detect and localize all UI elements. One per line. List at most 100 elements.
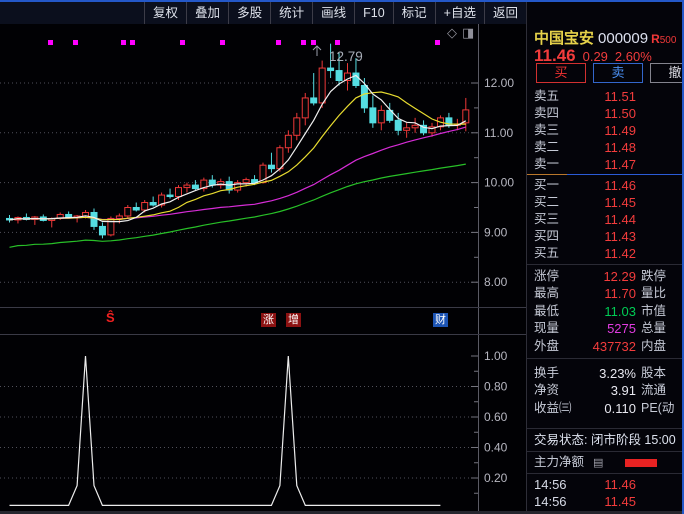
margin-tag-r: R — [651, 32, 660, 46]
info-label2: 股本 — [641, 366, 667, 380]
toolbar-button-2[interactable]: 多股 — [228, 2, 270, 24]
bid-label: 买二 — [534, 195, 560, 209]
stat-label2: 内盘 — [641, 338, 667, 353]
svg-text:12.79: 12.79 — [329, 49, 363, 64]
bid-row-2[interactable]: 买二 11.45 — [527, 194, 684, 211]
tick-price: 11.45 — [604, 493, 636, 509]
bid-row-3[interactable]: 买三 11.44 — [527, 211, 684, 228]
price-change: 0.29 — [582, 49, 608, 64]
stat-value: 11.70 — [604, 286, 636, 302]
tick-row-1: 14:56 11.45 — [527, 494, 684, 510]
chart-toolbar: 复权 叠加 多股 统计 画线 F10 标记 +自选 返回 — [0, 2, 526, 24]
stat-label2: 量比 — [641, 286, 667, 301]
stat-row-3: 现量 5275 总量 — [527, 320, 684, 337]
bid-label: 买四 — [534, 229, 560, 243]
info-value: 0.110 — [604, 400, 636, 416]
ask-row-5[interactable]: 卖五 11.51 — [527, 88, 684, 105]
svg-text:8.00: 8.00 — [484, 275, 508, 289]
price-change-pct: 2.60% — [614, 49, 652, 64]
ask-row-1[interactable]: 卖一 11.47 — [527, 156, 684, 173]
trade-status-row: 交易状态: 闭市阶段 15:00 — [527, 432, 684, 449]
toolbar-button-7[interactable]: +自选 — [434, 2, 484, 24]
bid-price: 11.42 — [604, 246, 636, 261]
main-force-label: 主力净额 — [534, 455, 585, 469]
toolbar-button-8[interactable]: 返回 — [483, 2, 526, 24]
ask-label: 卖一 — [534, 157, 560, 171]
stat-value: 11.03 — [604, 303, 636, 319]
bid-price: 11.45 — [604, 195, 636, 210]
svg-text:0.60: 0.60 — [484, 410, 508, 424]
bid-label: 买五 — [534, 246, 560, 260]
buy-button[interactable]: 买 — [536, 63, 586, 83]
event-badge-0[interactable]: Ŝ — [106, 311, 115, 325]
window-top-border — [0, 0, 684, 2]
list-icon[interactable]: ▤ — [593, 455, 603, 471]
info-label: 换手 — [534, 366, 560, 380]
stat-label: 最低 — [534, 303, 560, 318]
tick-row-0: 14:56 11.46 — [527, 477, 684, 493]
indicator-chart[interactable]: 1.00 0.80 0.60 0.40 0.20 — [0, 335, 526, 511]
stat-value: 5275 — [607, 321, 636, 337]
info-label: 净资 — [534, 383, 560, 398]
ask-row-2[interactable]: 卖二 11.48 — [527, 139, 684, 156]
tick-time: 14:56 — [534, 477, 567, 492]
ask-price: 11.49 — [604, 123, 636, 138]
index-tag-500: 500 — [659, 35, 677, 46]
tick-price: 11.46 — [604, 477, 636, 492]
separator — [527, 473, 684, 474]
bid-label: 买三 — [534, 212, 560, 226]
toolbar-button-0[interactable]: 复权 — [144, 2, 186, 24]
event-badge-3[interactable]: 财 — [433, 313, 448, 327]
tick-time: 14:56 — [534, 493, 567, 509]
stock-code: 000009 — [598, 30, 649, 47]
bid-row-1[interactable]: 买一 11.46 — [527, 177, 684, 194]
stat-value: 437732 — [592, 338, 636, 354]
ask-price: 11.47 — [604, 157, 636, 172]
stat-label: 涨停 — [534, 269, 560, 283]
cancel-button[interactable]: 撤 — [650, 63, 684, 83]
sell-button[interactable]: 卖 — [593, 63, 643, 83]
svg-text:10.00: 10.00 — [484, 176, 514, 190]
stat-label: 最高 — [534, 286, 560, 301]
event-badge-1[interactable]: 涨 — [261, 313, 276, 327]
bid-label: 买一 — [534, 178, 560, 192]
bid-price: 11.44 — [604, 212, 636, 227]
info-row-0: 换手 3.23% 股本 — [527, 365, 684, 382]
stat-row-0: 涨停 12.29 跌停 — [527, 268, 684, 285]
ask-price: 11.48 — [604, 140, 636, 155]
toolbar-button-4[interactable]: 画线 — [312, 2, 354, 24]
svg-text:11.00: 11.00 — [484, 126, 513, 140]
ask-label: 卖三 — [534, 123, 560, 137]
ask-row-3[interactable]: 卖三 11.49 — [527, 122, 684, 139]
separator — [527, 428, 684, 429]
stat-label: 现量 — [534, 321, 560, 336]
toolbar-button-6[interactable]: 标记 — [392, 2, 435, 24]
info-row-1: 净资 3.91 流通 — [527, 382, 684, 399]
main-force-row: 主力净额 ▤ — [527, 454, 684, 470]
svg-text:0.40: 0.40 — [484, 441, 508, 455]
svg-text:0.20: 0.20 — [484, 471, 508, 485]
trading-terminal-window: 复权 叠加 多股 统计 画线 F10 标记 +自选 返回 12.00 11.00 10.00 9.00… — [0, 0, 684, 514]
bid-price: 11.43 — [604, 229, 636, 244]
diamond-marker-icon[interactable]: ◇ — [447, 25, 457, 40]
toolbar-button-1[interactable]: 叠加 — [186, 2, 228, 24]
stat-row-1: 最高 11.70 量比 — [527, 285, 684, 302]
event-band: Ŝ 涨增 财 — [0, 307, 526, 335]
info-label: 收益㈢ — [534, 400, 572, 415]
info-value: 3.23% — [599, 366, 636, 381]
split-view-icon[interactable]: ◨ — [462, 25, 474, 40]
bid-row-5[interactable]: 买五 11.42 — [527, 245, 684, 262]
toolbar-button-3[interactable]: 统计 — [270, 2, 312, 24]
event-badge-2[interactable]: 增 — [286, 313, 301, 327]
info-label2: 流通 — [641, 383, 667, 398]
candlestick-chart[interactable]: 12.00 11.00 10.00 9.00 8.00 12.79 — [0, 24, 526, 307]
separator — [527, 358, 684, 359]
svg-text:1.00: 1.00 — [484, 349, 508, 363]
stock-header: 中国宝安 000009 R500 — [534, 27, 676, 48]
ask-label: 卖五 — [534, 89, 560, 103]
ask-row-4[interactable]: 卖四 11.50 — [527, 105, 684, 122]
svg-text:9.00: 9.00 — [484, 225, 508, 239]
toolbar-button-5[interactable]: F10 — [354, 2, 393, 24]
bid-row-4[interactable]: 买四 11.43 — [527, 228, 684, 245]
svg-text:12.00: 12.00 — [484, 76, 514, 90]
